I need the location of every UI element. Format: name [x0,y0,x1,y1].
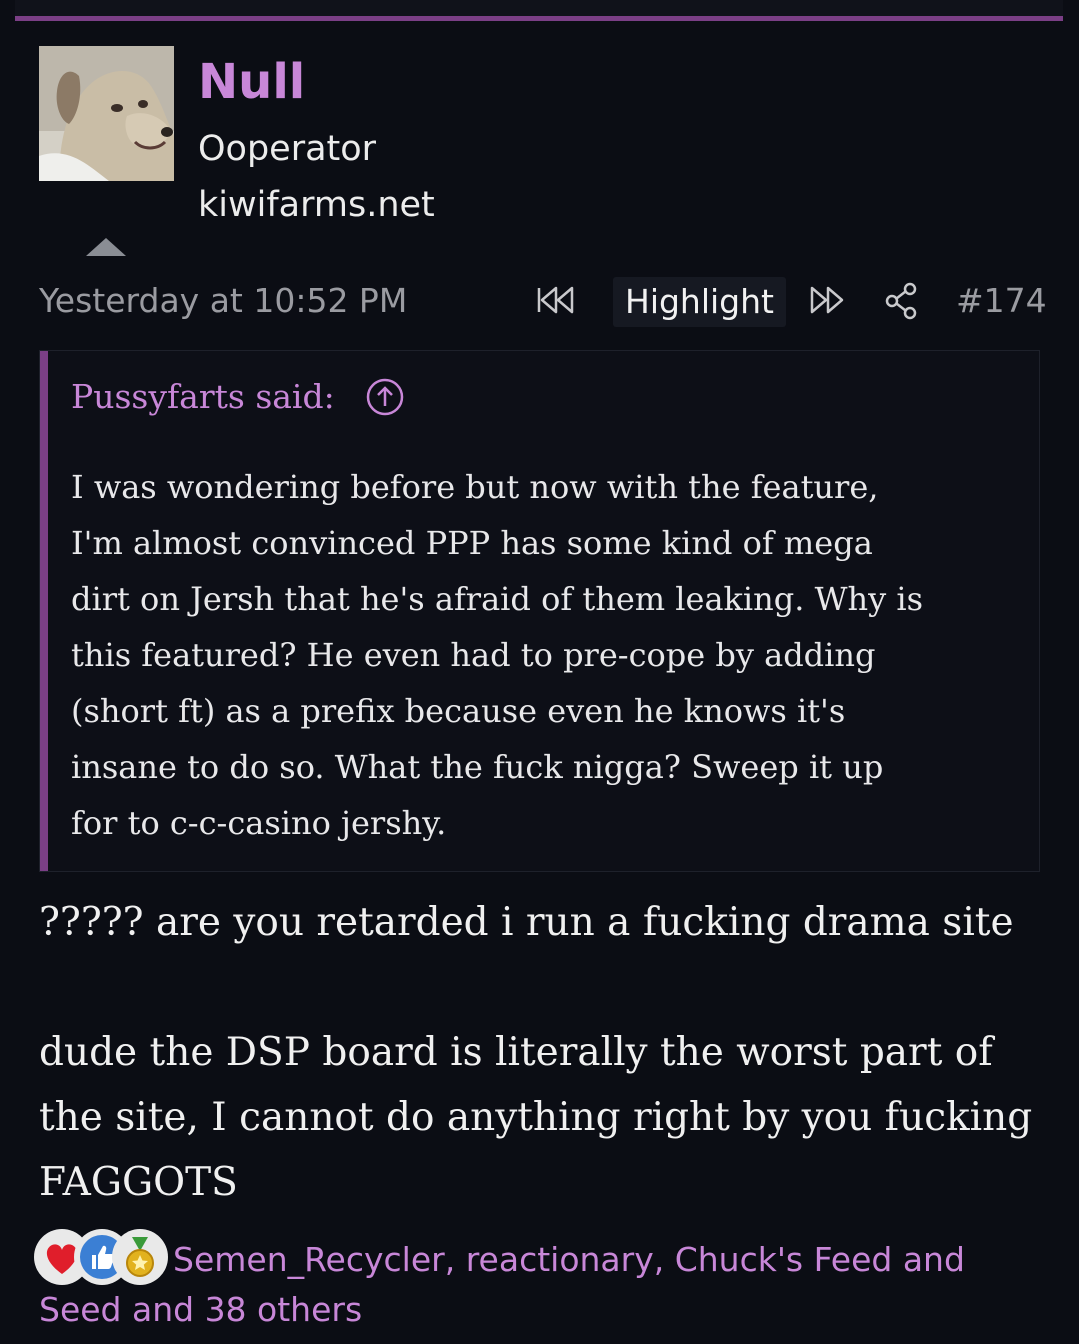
post-number-link[interactable]: #174 [956,278,1047,324]
post-meta-row: Yesterday at 10:52 PM Highlight #174 [0,272,1079,332]
post-body: ????? are you retarded i run a fucking d… [39,890,1059,1215]
fast-forward-icon[interactable] [808,284,848,320]
arrow-up-circle-icon[interactable] [365,377,405,421]
post-paragraph: ????? are you retarded i run a fucking d… [39,900,1014,945]
quote-block: Pussyfarts said: I was wondering before … [39,350,1040,872]
quote-attribution[interactable]: Pussyfarts said: [71,375,335,419]
username[interactable]: Null [198,52,305,112]
reaction-users-link[interactable]: Semen_Recycler, reactionary, Chuck's Fee… [39,1235,1039,1335]
avatar[interactable] [39,46,174,181]
caret-up-icon [86,238,126,256]
user-banner: kiwifarms.net [198,185,435,225]
share-icon[interactable] [884,282,918,324]
rewind-icon[interactable] [536,284,576,320]
user-title: Ooperator [198,129,377,169]
quote-text: I was wondering before but now with the … [71,468,923,842]
highlight-button[interactable]: Highlight [613,277,786,327]
post-date[interactable]: Yesterday at 10:52 PM [39,278,407,324]
post-paragraph: dude the DSP board is literally the wors… [39,1030,1033,1205]
quote-accent-bar [40,351,48,871]
dog-avatar-icon [39,46,174,181]
post-accent-bar [15,16,1063,21]
previous-post-edge [15,0,1063,16]
